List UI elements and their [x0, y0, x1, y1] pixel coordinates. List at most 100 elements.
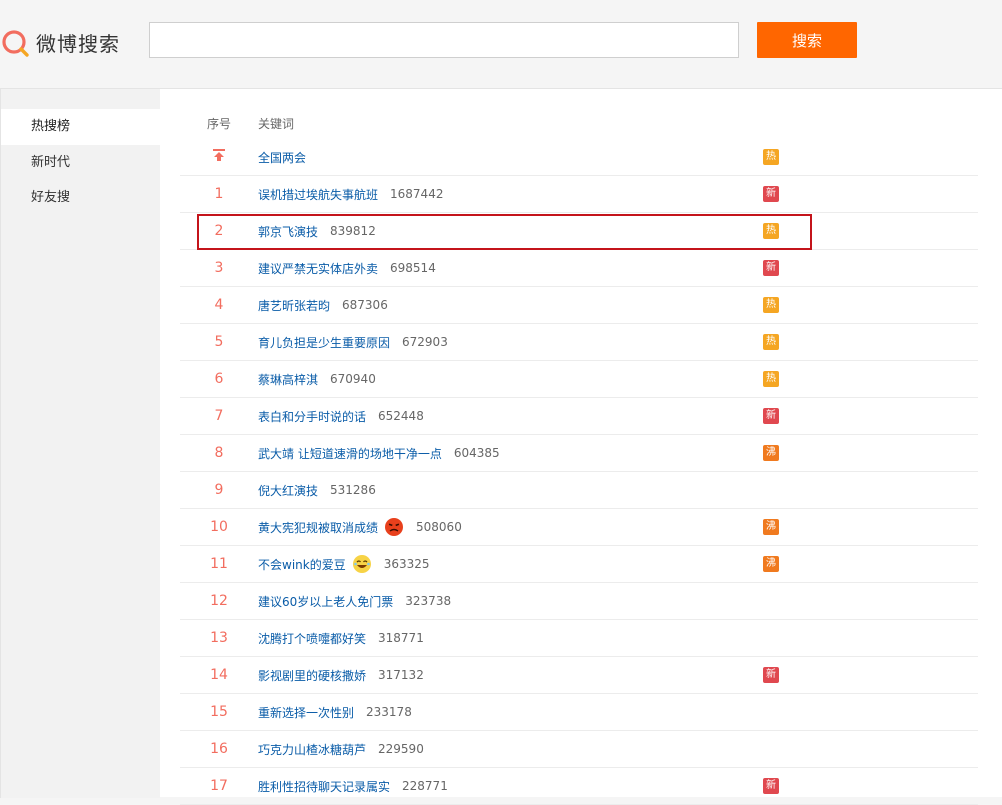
- table-row[interactable]: 2 郭京飞演技 839812 热: [180, 213, 978, 250]
- search-button[interactable]: 搜索: [757, 22, 857, 58]
- tag-hot-badge: 热: [763, 149, 779, 165]
- keyword-link[interactable]: 育儿负担是少生重要原因: [258, 334, 390, 351]
- keyword-link[interactable]: 郭京飞演技: [258, 223, 318, 240]
- keyword-link[interactable]: 建议60岁以上老人免门票: [258, 593, 393, 610]
- search-count: 604385: [453, 446, 500, 460]
- column-header-rank: 序号: [206, 116, 231, 131]
- table-row[interactable]: 8 武大靖 让短道速滑的场地干净一点 604385 沸: [180, 435, 978, 472]
- rank-number: 10: [210, 519, 228, 535]
- tag-hot-badge: 热: [763, 297, 779, 313]
- rank-number: 4: [214, 297, 224, 313]
- keyword-link[interactable]: 唐艺昕张若昀: [258, 297, 330, 314]
- keyword-cell: 重新选择一次性别 233178: [258, 704, 978, 721]
- table-row[interactable]: 14 影视剧里的硬核撒娇 317132 新: [180, 657, 978, 694]
- pinned-top-icon: [180, 148, 258, 166]
- search-count: 318771: [378, 631, 424, 645]
- tag-new-badge: 新: [763, 408, 779, 424]
- tag-hot-badge: 热: [763, 371, 779, 387]
- keyword-cell: 建议60岁以上老人免门票 323738: [258, 593, 978, 610]
- table-row[interactable]: 17 胜利性招待聊天记录属实 228771 新: [180, 768, 978, 805]
- keyword-link[interactable]: 影视剧里的硬核撒娇: [258, 667, 366, 684]
- tag-boil-badge: 沸: [763, 445, 779, 461]
- table-row[interactable]: 10 黄大宪犯规被取消成绩 508060 沸: [180, 509, 978, 546]
- sidebar-item-new-era[interactable]: 新时代: [1, 145, 161, 181]
- search-count: 698514: [390, 261, 436, 275]
- sidebar-item-friend-search[interactable]: 好友搜: [1, 180, 161, 216]
- table-row[interactable]: 11 不会wink的爱豆 363325 沸: [180, 546, 978, 583]
- rank-number: 12: [210, 593, 228, 609]
- table-row[interactable]: 3 建议严禁无实体店外卖 698514 新: [180, 250, 978, 287]
- header: 微博搜索 搜索: [0, 0, 1002, 88]
- keyword-cell: 育儿负担是少生重要原因 672903: [258, 334, 978, 351]
- table-row[interactable]: 13 沈腾打个喷嚏都好笑 318771: [180, 620, 978, 657]
- list-header: 序号 关键词: [180, 107, 978, 139]
- keyword-cell: 误机措过埃航失事航班 1687442: [258, 186, 978, 203]
- table-row[interactable]: 4 唐艺昕张若昀 687306 热: [180, 287, 978, 324]
- search-count: 508060: [416, 520, 462, 534]
- search-input[interactable]: [149, 22, 739, 58]
- table-row[interactable]: 1 误机措过埃航失事航班 1687442 新: [180, 176, 978, 213]
- keyword-cell: 全国两会: [258, 149, 978, 166]
- search-count: 672903: [402, 335, 448, 349]
- table-row[interactable]: 15 重新选择一次性别 233178: [180, 694, 978, 731]
- keyword-link[interactable]: 巧克力山楂冰糖葫芦: [258, 741, 366, 758]
- table-row[interactable]: 5 育儿负担是少生重要原因 672903 热: [180, 324, 978, 361]
- rank-number: 13: [210, 630, 228, 646]
- rank-number: 11: [210, 556, 228, 572]
- logo[interactable]: 微博搜索: [0, 22, 120, 62]
- keyword-link[interactable]: 黄大宪犯规被取消成绩: [258, 519, 378, 536]
- table-row[interactable]: 7 表白和分手时说的话 652448 新: [180, 398, 978, 435]
- keyword-cell: 影视剧里的硬核撒娇 317132: [258, 667, 978, 684]
- search-count: 233178: [366, 705, 412, 719]
- rank-number: 14: [210, 667, 228, 683]
- keyword-link[interactable]: 表白和分手时说的话: [258, 408, 366, 425]
- table-row[interactable]: 9 倪大红演技 531286: [180, 472, 978, 509]
- rank-number: 2: [214, 223, 224, 239]
- keyword-link[interactable]: 倪大红演技: [258, 482, 318, 499]
- search-count: 317132: [378, 668, 424, 682]
- keyword-cell: 倪大红演技 531286: [258, 482, 978, 499]
- sidebar-item-hot-search[interactable]: 热搜榜: [1, 109, 161, 145]
- search-count: 531286: [330, 483, 376, 497]
- search-count: 323738: [405, 594, 452, 608]
- rank-number: 9: [214, 482, 224, 498]
- laughing-emoji-icon: [352, 554, 372, 574]
- keyword-link[interactable]: 建议严禁无实体店外卖: [258, 260, 378, 277]
- table-row[interactable]: 全国两会 热: [180, 139, 978, 176]
- search-count: 1687442: [390, 187, 444, 201]
- tag-boil-badge: 沸: [763, 519, 779, 535]
- tag-new-badge: 新: [763, 778, 779, 794]
- table-row[interactable]: 16 巧克力山楂冰糖葫芦 229590: [180, 731, 978, 768]
- keyword-cell: 建议严禁无实体店外卖 698514: [258, 260, 978, 277]
- keyword-cell: 武大靖 让短道速滑的场地干净一点 604385: [258, 445, 978, 462]
- sidebar: 热搜榜 新时代 好友搜: [0, 89, 161, 798]
- keyword-link[interactable]: 误机措过埃航失事航班: [258, 186, 378, 203]
- keyword-link[interactable]: 不会wink的爱豆: [258, 556, 346, 573]
- keyword-link[interactable]: 胜利性招待聊天记录属实: [258, 778, 390, 795]
- keyword-cell: 不会wink的爱豆 363325: [258, 554, 978, 574]
- keyword-cell: 沈腾打个喷嚏都好笑 318771: [258, 630, 978, 647]
- list-rows: 全国两会热 1 误机措过埃航失事航班 1687442 新 2 郭京飞演技 839812 热 3 建议…: [180, 139, 978, 805]
- keyword-link[interactable]: 沈腾打个喷嚏都好笑: [258, 630, 366, 647]
- column-header-keyword: 关键词: [258, 116, 295, 131]
- rank-number: 15: [210, 704, 228, 720]
- keyword-cell: 表白和分手时说的话 652448: [258, 408, 978, 425]
- tag-hot-badge: 热: [763, 223, 779, 239]
- tag-hot-badge: 热: [763, 334, 779, 350]
- keyword-cell: 黄大宪犯规被取消成绩 508060: [258, 517, 978, 537]
- tag-boil-badge: 沸: [763, 556, 779, 572]
- rank-number: 7: [214, 408, 224, 424]
- keyword-link[interactable]: 全国两会: [258, 149, 306, 166]
- table-row[interactable]: 12 建议60岁以上老人免门票 323738: [180, 583, 978, 620]
- keyword-cell: 郭京飞演技 839812: [258, 223, 978, 240]
- search-count: 687306: [342, 298, 388, 312]
- search-count: 839812: [330, 224, 376, 238]
- table-row[interactable]: 6 蔡琳高梓淇 670940 热: [180, 361, 978, 398]
- keyword-cell: 唐艺昕张若昀 687306: [258, 297, 978, 314]
- rank-number: 8: [214, 445, 224, 461]
- search-count: 228771: [402, 779, 448, 793]
- keyword-link[interactable]: 武大靖 让短道速滑的场地干净一点: [258, 445, 442, 462]
- keyword-link[interactable]: 重新选择一次性别: [258, 704, 354, 721]
- keyword-link[interactable]: 蔡琳高梓淇: [258, 371, 318, 388]
- rank-number: 6: [214, 371, 224, 387]
